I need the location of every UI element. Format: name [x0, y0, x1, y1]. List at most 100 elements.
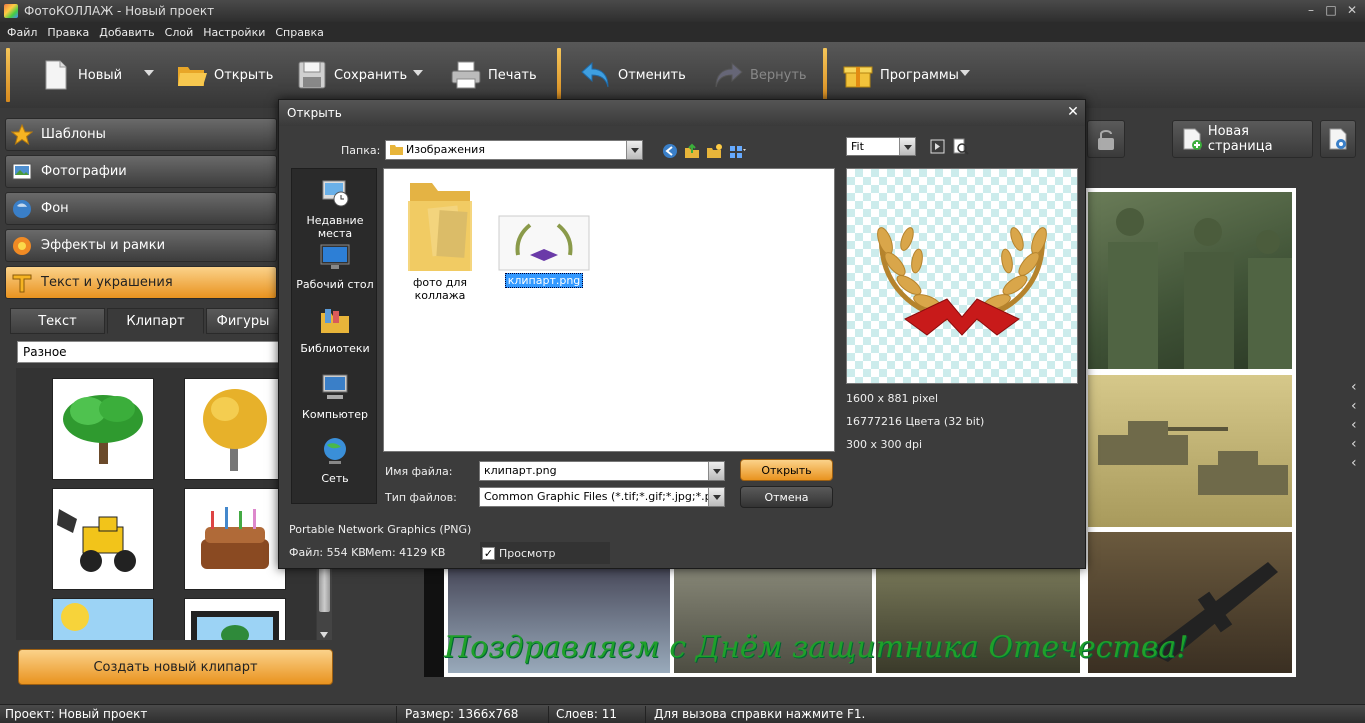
- lock-button[interactable]: [1087, 120, 1125, 158]
- framed-picture-icon: [191, 611, 279, 640]
- folder-select[interactable]: Изображения: [385, 140, 643, 160]
- back-icon[interactable]: [661, 142, 679, 160]
- green-tree-icon: [63, 395, 143, 464]
- programs-button[interactable]: Программы: [842, 52, 959, 98]
- tab-text[interactable]: Текст: [10, 308, 105, 334]
- clipart-thumb[interactable]: [184, 488, 286, 590]
- clipart-thumb[interactable]: [184, 378, 286, 480]
- file-item-folder[interactable]: фото для коллажа: [390, 177, 490, 302]
- open-button[interactable]: Открыть: [176, 52, 273, 98]
- close-window-button[interactable]: ✕: [1343, 2, 1361, 18]
- new-dropdown-icon[interactable]: [144, 70, 154, 76]
- recent-places-icon: [322, 180, 349, 207]
- programs-dropdown-icon[interactable]: [960, 70, 970, 76]
- collapse-arrow-icon[interactable]: ‹: [1351, 454, 1357, 473]
- save-dropdown-icon[interactable]: [413, 70, 423, 76]
- open-file-dialog: Открыть ✕ Папка: Изображения Недавние ме…: [278, 99, 1086, 569]
- side-panel-arrows[interactable]: ‹ ‹ ‹ ‹ ‹: [1351, 378, 1357, 473]
- file-item-clipart[interactable]: клипарт.png: [496, 215, 592, 288]
- greeting-text[interactable]: Поздравляем с Днём защитника Отечества!: [444, 630, 1284, 665]
- dialog-close-button[interactable]: ✕: [1065, 104, 1081, 120]
- folder-label: Папка:: [341, 144, 381, 157]
- section-text-decor[interactable]: Текст и украшения: [5, 266, 277, 299]
- chevron-down-icon[interactable]: [708, 462, 724, 480]
- filename-input[interactable]: клипарт.png: [479, 461, 725, 481]
- status-project: Проект: Новый проект: [5, 707, 148, 721]
- collapse-arrow-icon[interactable]: ‹: [1351, 435, 1357, 454]
- preview-mode-select[interactable]: Fit: [846, 137, 916, 156]
- undo-label: Отменить: [618, 67, 686, 83]
- menu-add[interactable]: Добавить: [94, 26, 159, 39]
- menu-file[interactable]: Файл: [2, 26, 42, 39]
- chevron-down-icon[interactable]: [708, 488, 724, 506]
- page-settings-button[interactable]: [1320, 120, 1356, 158]
- redo-button[interactable]: Вернуть: [712, 52, 807, 98]
- dialog-cancel-button[interactable]: Отмена: [740, 486, 833, 508]
- chevron-down-icon[interactable]: [626, 141, 642, 159]
- bulldozer-icon: [57, 509, 136, 572]
- dialog-title: Открыть: [287, 106, 342, 120]
- play-preview-icon[interactable]: [929, 138, 947, 156]
- file-list[interactable]: фото для коллажа клипарт.png: [383, 168, 835, 452]
- toolbar-separator: [823, 48, 827, 102]
- up-folder-icon[interactable]: [683, 142, 701, 160]
- view-menu-icon[interactable]: [728, 142, 746, 160]
- collapse-arrow-icon[interactable]: ‹: [1351, 397, 1357, 416]
- tab-shapes[interactable]: Фигуры: [206, 308, 280, 334]
- create-clipart-button[interactable]: Создать новый клипарт: [18, 649, 333, 685]
- filetype-select[interactable]: Common Graphic Files (*.tif;*.gif;*.jpg;…: [479, 487, 725, 507]
- section-photos[interactable]: Фотографии: [5, 155, 277, 188]
- status-help: Для вызова справки нажмите F1.: [654, 707, 866, 721]
- collapse-arrow-icon[interactable]: ‹: [1351, 416, 1357, 435]
- collapse-arrow-icon[interactable]: ‹: [1351, 378, 1357, 397]
- tab-clipart[interactable]: Клипарт: [107, 308, 204, 334]
- clipart-thumb[interactable]: [52, 488, 154, 590]
- menu-edit[interactable]: Правка: [42, 26, 94, 39]
- open-label: Открыть: [214, 67, 274, 83]
- photo-tanks[interactable]: [1084, 371, 1296, 531]
- menu-settings[interactable]: Настройки: [198, 26, 270, 39]
- star-icon: [11, 123, 33, 145]
- print-button[interactable]: Печать: [450, 52, 537, 98]
- place-desktop[interactable]: Рабочий стол: [292, 241, 378, 291]
- save-button[interactable]: Сохранить: [296, 52, 407, 98]
- section-effects[interactable]: Эффекты и рамки: [5, 229, 277, 262]
- undo-button[interactable]: Отменить: [580, 52, 686, 98]
- chevron-down-icon[interactable]: [899, 138, 915, 155]
- place-recent[interactable]: Недавние места: [292, 177, 378, 240]
- menu-layer[interactable]: Слой: [160, 26, 199, 39]
- clipart-thumb[interactable]: [52, 378, 154, 480]
- new-button[interactable]: Новый: [40, 52, 122, 98]
- dialog-title-bar: Открыть: [279, 100, 1085, 126]
- clipart-thumb[interactable]: [184, 598, 286, 640]
- section-background[interactable]: Фон: [5, 192, 277, 225]
- birthday-cake-icon: [201, 507, 269, 569]
- minimize-button[interactable]: –: [1302, 2, 1320, 18]
- subtab-bar: Текст Клипарт Фигуры: [10, 308, 280, 334]
- photo-soldiers[interactable]: [1084, 188, 1296, 373]
- zoom-preview-icon[interactable]: [952, 138, 970, 156]
- page-settings-icon: [1329, 128, 1347, 150]
- clipart-category-select[interactable]: Разное: [17, 341, 280, 363]
- filename-label: Имя файла:: [385, 465, 453, 478]
- place-computer[interactable]: Компьютер: [292, 371, 378, 421]
- dialog-open-button[interactable]: Открыть: [740, 459, 833, 481]
- text-icon: [12, 274, 32, 292]
- place-network[interactable]: Сеть: [292, 435, 378, 485]
- checkmark-icon[interactable]: ✓: [482, 546, 495, 560]
- computer-icon: [322, 374, 348, 399]
- menu-help[interactable]: Справка: [270, 26, 328, 39]
- scroll-down-icon[interactable]: [320, 632, 328, 638]
- new-folder-icon[interactable]: [705, 142, 723, 160]
- maximize-button[interactable]: □: [1322, 2, 1340, 18]
- new-page-button[interactable]: Новая страница: [1172, 120, 1313, 158]
- preview-checkbox[interactable]: ✓ Просмотр: [480, 542, 610, 564]
- clipart-thumb[interactable]: [52, 598, 154, 640]
- effects-icon: [13, 236, 31, 255]
- gift-box-icon: [842, 59, 874, 91]
- status-layers: Слоев: 11: [556, 707, 617, 721]
- tanks-photo-icon: [1098, 421, 1288, 495]
- place-libraries[interactable]: Библиотеки: [292, 305, 378, 355]
- section-templates[interactable]: Шаблоны: [5, 118, 277, 151]
- laurel-ribbon-preview-icon: [877, 227, 1047, 336]
